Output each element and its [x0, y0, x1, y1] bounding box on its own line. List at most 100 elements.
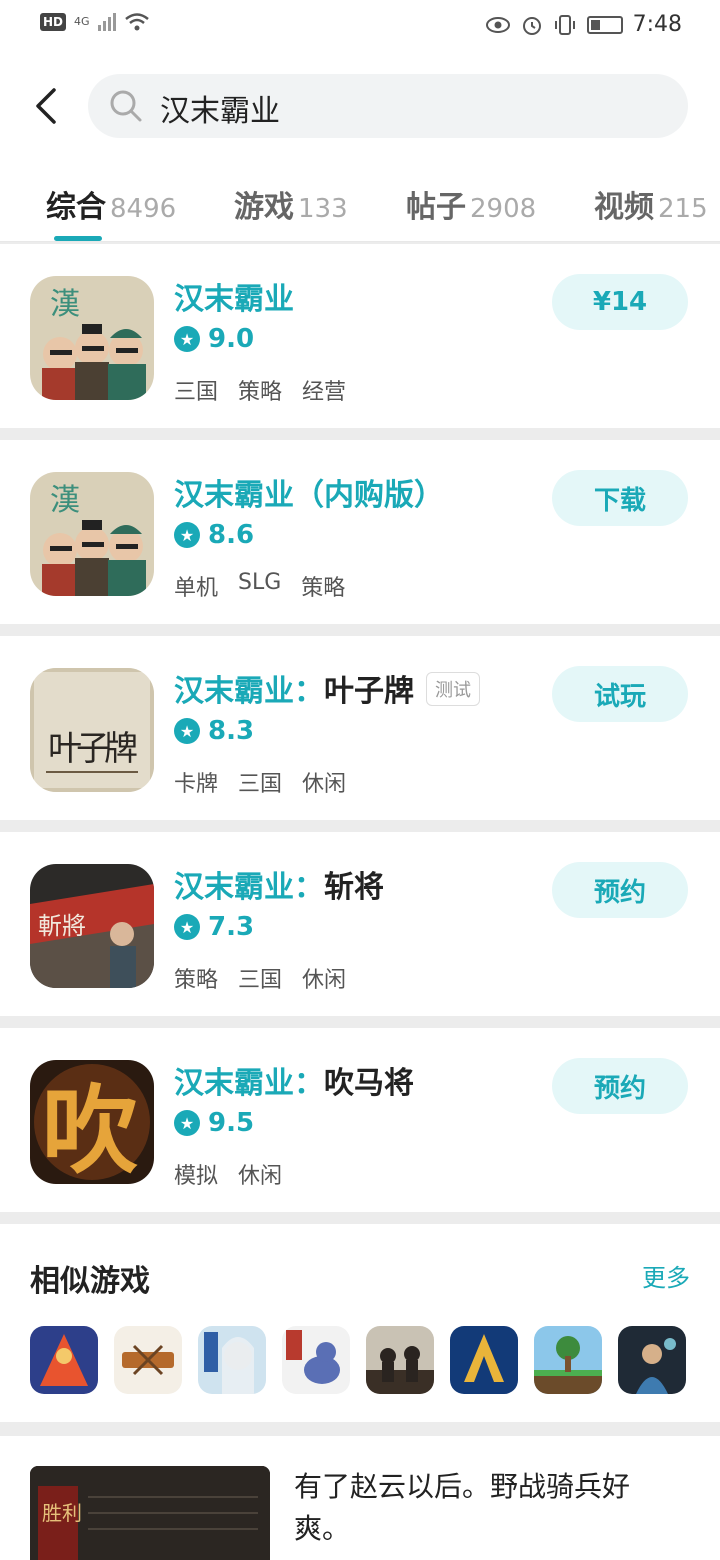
- top-area: HD 4G 7:48 汉末霸业 综合 8496 游戏 133 帖子 2908 视频 21…: [0, 0, 720, 242]
- game-rating: ★ 8.3: [174, 716, 254, 746]
- icon-glyph: 斬將: [38, 912, 86, 940]
- game-icon[interactable]: 漢: [30, 276, 154, 400]
- tag: 休闲: [302, 968, 347, 993]
- icon-glyph: 漢: [50, 483, 80, 518]
- game-result-card[interactable]: 漢 汉末霸业 ★ 9.0 三国 策略 经营 ¥14: [0, 244, 720, 428]
- rating-value: 9.5: [208, 1108, 255, 1138]
- tab-videos[interactable]: 视频 215: [594, 182, 708, 226]
- tab-label: 综合: [46, 190, 106, 225]
- game-icon[interactable]: 叶子牌: [30, 668, 154, 792]
- rating-value: 8.3: [208, 716, 255, 746]
- tab-count: 215: [658, 194, 708, 224]
- post-card[interactable]: 胜利 有了赵云以后。野战骑兵好爽。: [0, 1436, 720, 1560]
- game-tags: 模拟 休闲: [174, 1158, 282, 1190]
- tag: SLG: [238, 570, 282, 595]
- game-icon[interactable]: 斬將: [30, 864, 154, 988]
- game-rating: ★ 9.5: [174, 1108, 254, 1138]
- similar-game-icon[interactable]: [450, 1326, 518, 1394]
- post-text: 有了赵云以后。野战骑兵好爽。: [294, 1470, 631, 1545]
- game-title[interactable]: 汉末霸业: [174, 274, 294, 318]
- game-tags: 三国 策略 经营: [174, 374, 346, 406]
- rating-value: 9.0: [208, 324, 255, 354]
- game-title[interactable]: 汉末霸业：叶子牌 测试: [174, 666, 480, 710]
- icon-glyph: 叶子牌: [48, 729, 138, 769]
- tab-games[interactable]: 游戏 133: [234, 182, 348, 226]
- more-link[interactable]: 更多: [642, 1258, 690, 1293]
- similar-game-icon[interactable]: [114, 1326, 182, 1394]
- search-icon: [110, 90, 142, 122]
- hd-indicator: HD: [40, 13, 67, 31]
- network-type: 4G: [74, 15, 90, 28]
- icon-glyph: 漢: [50, 287, 80, 322]
- similar-game-icon[interactable]: [618, 1326, 686, 1394]
- similar-game-icon[interactable]: [30, 1326, 98, 1394]
- signal-icon: [97, 13, 116, 31]
- download-button[interactable]: 下载: [552, 470, 688, 526]
- tab-label: 游戏: [234, 190, 294, 225]
- game-name: 汉末霸业：: [174, 1066, 324, 1101]
- tag: 三国: [174, 380, 219, 405]
- tag: 休闲: [238, 1164, 283, 1189]
- buy-button[interactable]: ¥14: [552, 274, 688, 330]
- game-tags: 策略 三国 休闲: [174, 962, 346, 994]
- tab-posts[interactable]: 帖子 2908: [406, 182, 536, 226]
- game-icon[interactable]: 吹: [30, 1060, 154, 1184]
- tag: 策略: [301, 576, 346, 601]
- game-result-card[interactable]: 漢 汉末霸业（内购版） ★ 8.6 单机 SLG 策略 下载: [0, 440, 720, 624]
- game-result-card[interactable]: 吹 汉末霸业：吹马将 ★ 9.5 模拟 休闲 预约: [0, 1028, 720, 1212]
- similar-game-icon[interactable]: [366, 1326, 434, 1394]
- game-rating: ★ 7.3: [174, 912, 254, 942]
- battery-icon: [586, 15, 623, 34]
- game-title[interactable]: 汉末霸业（内购版）: [174, 470, 444, 514]
- try-button[interactable]: 试玩: [552, 666, 688, 722]
- vibrate-icon: [554, 14, 575, 35]
- similar-games-section: 相似游戏 更多: [0, 1224, 720, 1422]
- similar-game-icon[interactable]: [198, 1326, 266, 1394]
- search-query[interactable]: 汉末霸业: [160, 86, 280, 130]
- game-subtitle: 叶子牌: [324, 674, 414, 709]
- status-bar: HD 4G 7:48: [0, 0, 720, 52]
- eye-icon: [485, 16, 510, 33]
- alarm-icon: [522, 16, 541, 35]
- game-result-card[interactable]: 叶子牌 汉末霸业：叶子牌 测试 ★ 8.3 卡牌 三国 休闲 试玩: [0, 636, 720, 820]
- reserve-button[interactable]: 预约: [552, 1058, 688, 1114]
- similar-games-row: [30, 1326, 686, 1394]
- star-icon: ★: [174, 1110, 200, 1136]
- rating-value: 8.6: [208, 520, 255, 550]
- section-title: 相似游戏: [30, 1264, 150, 1299]
- game-name: 汉末霸业（内购版）: [174, 478, 444, 513]
- game-rating: ★ 9.0: [174, 324, 254, 354]
- star-icon: ★: [174, 522, 200, 548]
- wifi-icon: [124, 13, 149, 31]
- star-icon: ★: [174, 914, 200, 940]
- thumbnail-caption: 胜利: [42, 1501, 82, 1525]
- similar-game-icon[interactable]: [282, 1326, 350, 1394]
- tag: 三国: [238, 968, 283, 993]
- game-title[interactable]: 汉末霸业：斩将: [174, 862, 384, 906]
- game-result-card[interactable]: 斬將 汉末霸业：斩将 ★ 7.3 策略 三国 休闲 预约: [0, 832, 720, 1016]
- icon-glyph: 吹: [42, 1074, 138, 1184]
- game-name: 汉末霸业：: [174, 870, 324, 905]
- search-bar[interactable]: 汉末霸业: [88, 74, 688, 138]
- tab-count: 2908: [470, 194, 537, 224]
- tag: 三国: [238, 772, 283, 797]
- game-name: 汉末霸业: [174, 282, 294, 317]
- active-tab-indicator: [54, 236, 102, 241]
- back-arrow-icon[interactable]: [28, 82, 68, 130]
- tab-count: 133: [298, 194, 348, 224]
- tag: 单机: [174, 576, 219, 601]
- similar-game-icon[interactable]: [534, 1326, 602, 1394]
- reserve-button[interactable]: 预约: [552, 862, 688, 918]
- tab-bar: 综合 8496 游戏 133 帖子 2908 视频 215: [0, 176, 720, 242]
- game-icon[interactable]: 漢: [30, 472, 154, 596]
- game-title[interactable]: 汉末霸业：吹马将: [174, 1058, 414, 1102]
- tag: 休闲: [302, 772, 347, 797]
- tag: 卡牌: [174, 772, 219, 797]
- game-subtitle: 斩将: [324, 870, 384, 905]
- post-thumbnail[interactable]: 胜利: [30, 1466, 270, 1560]
- star-icon: ★: [174, 326, 200, 352]
- tab-all[interactable]: 综合 8496: [46, 182, 176, 226]
- test-badge: 测试: [426, 671, 480, 706]
- game-subtitle: 吹马将: [324, 1066, 414, 1101]
- game-tags: 卡牌 三国 休闲: [174, 766, 346, 798]
